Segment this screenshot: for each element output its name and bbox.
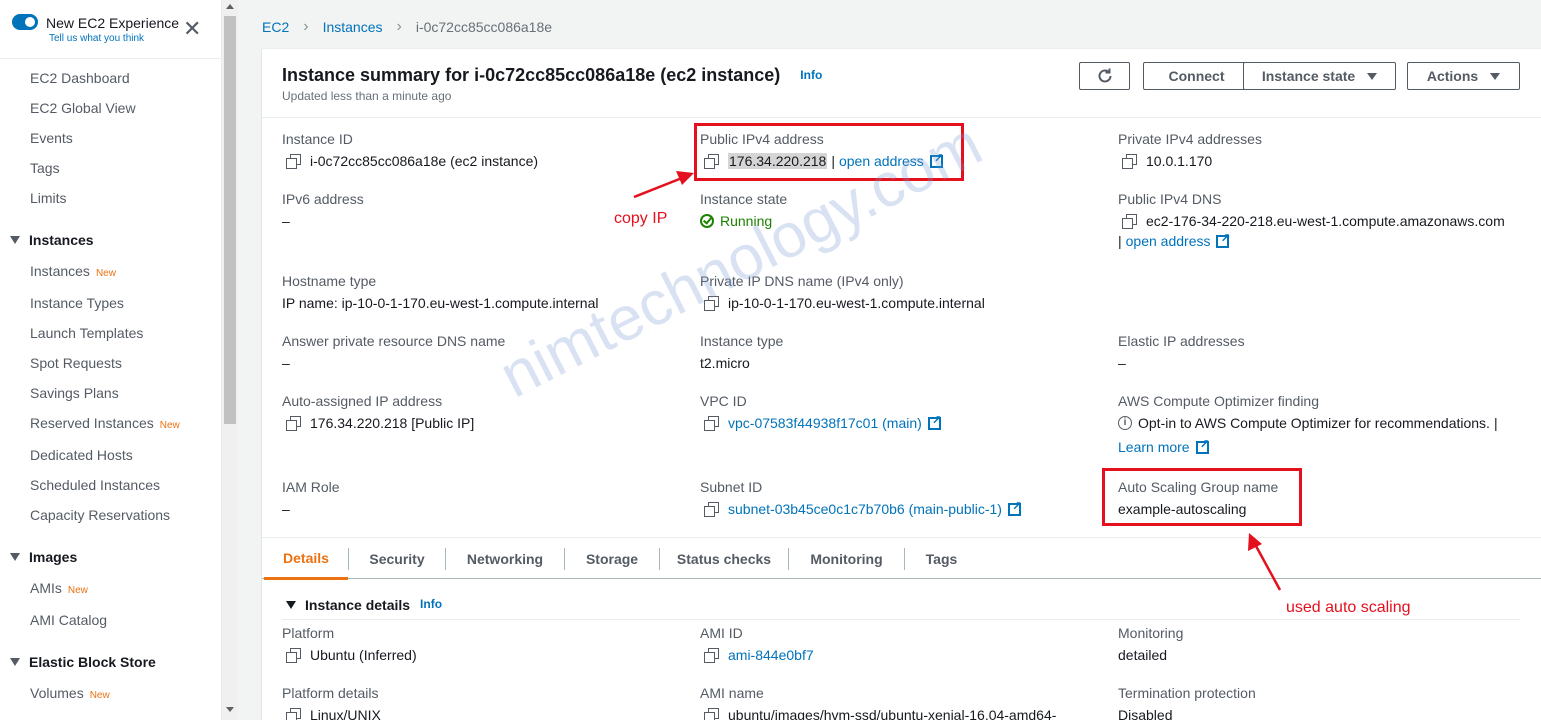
- arrow-auto-scaling: [1248, 533, 1282, 591]
- annotation-copy-ip: copy IP: [614, 210, 668, 227]
- arrow-copy-ip: [633, 171, 694, 199]
- annotation-used-auto-scaling: used auto scaling: [1286, 599, 1411, 616]
